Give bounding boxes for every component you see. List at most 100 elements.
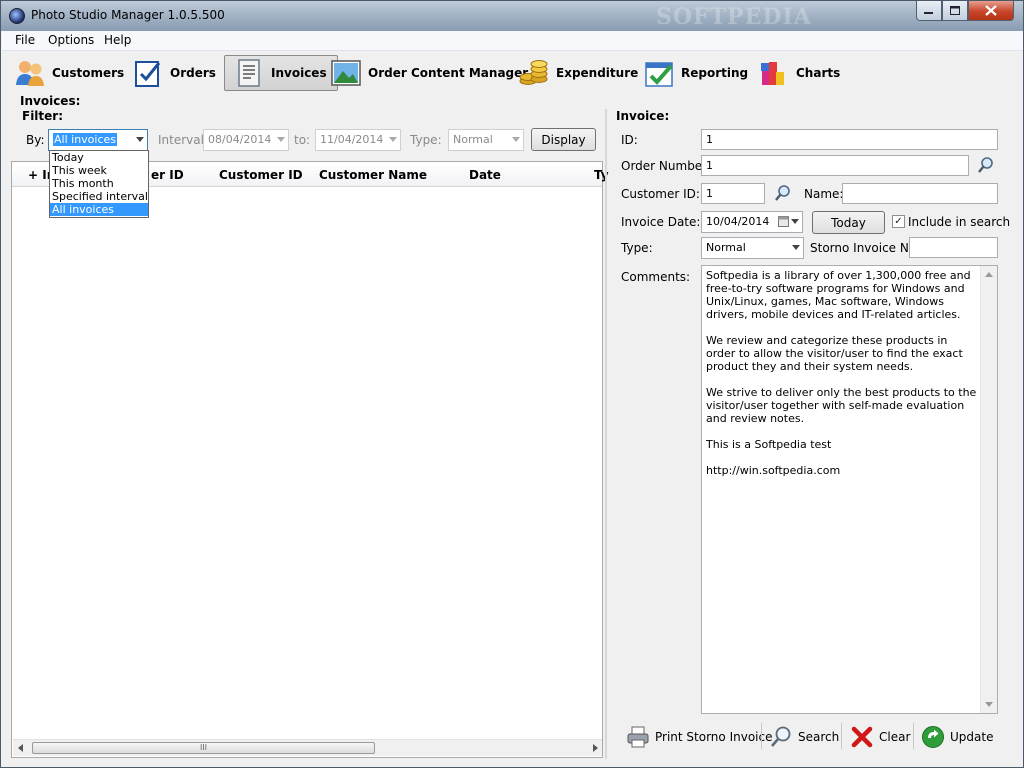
- menu-bar: File Options Help: [2, 31, 1023, 51]
- invoices-icon: [238, 59, 260, 87]
- filter-by-dropdown: Today This week This month Specified int…: [49, 150, 149, 218]
- toolbar-invoices-label: Invoices: [271, 66, 327, 80]
- window-title: Photo Studio Manager 1.0.5.500: [31, 8, 225, 22]
- toolbar-invoices[interactable]: Invoices: [224, 55, 338, 91]
- maximize-button[interactable]: [942, 1, 968, 21]
- filter-by-label: By:: [26, 133, 45, 147]
- order-number-field[interactable]: 1: [701, 155, 969, 176]
- order-search-icon[interactable]: [977, 156, 995, 174]
- update-icon: [922, 726, 944, 748]
- invoice-date-picker[interactable]: 10/04/2014: [701, 211, 803, 233]
- calendar-icon: [778, 216, 789, 227]
- title-bar: Photo Studio Manager 1.0.5.500 SOFTPEDIA: [1, 1, 1023, 31]
- column-customer-id[interactable]: Customer ID: [219, 168, 303, 182]
- toolbar-expenditure-label: Expenditure: [556, 66, 639, 80]
- scroll-left-icon[interactable]: [18, 744, 23, 752]
- customer-id-field[interactable]: 1: [701, 183, 765, 204]
- filter-type-label: Type:: [410, 133, 442, 147]
- print-storno-invoice-button[interactable]: Print Storno Invoice: [626, 723, 772, 751]
- close-button[interactable]: [968, 1, 1014, 21]
- today-button[interactable]: Today: [812, 211, 885, 234]
- charts-icon: [761, 62, 784, 85]
- filter-by-value: All invoices: [53, 133, 118, 146]
- filter-type-value: Normal: [453, 133, 493, 146]
- toolbar-reporting[interactable]: Reporting: [643, 55, 748, 91]
- filter-heading: Filter:: [22, 109, 64, 123]
- chevron-down-icon: [791, 219, 799, 224]
- coins-icon: [519, 60, 548, 85]
- update-button[interactable]: Update: [921, 723, 993, 751]
- toolbar-charts[interactable]: Charts: [758, 55, 840, 91]
- toolbar-orders[interactable]: Orders: [132, 55, 216, 91]
- chevron-down-icon: [277, 137, 285, 142]
- clear-icon: [851, 726, 873, 748]
- toolbar-expenditure[interactable]: Expenditure: [518, 55, 638, 91]
- close-icon: [985, 5, 997, 16]
- column-customer-name[interactable]: Customer Name: [319, 168, 427, 182]
- search-label: Search: [798, 730, 840, 744]
- app-icon: [9, 8, 25, 24]
- toolbar-order-content-manager[interactable]: Order Content Manager: [330, 55, 528, 91]
- action-separator: [913, 723, 914, 749]
- dropdown-option-this-month[interactable]: This month: [50, 177, 148, 190]
- invoice-date-label: Invoice Date:: [621, 215, 701, 229]
- update-label: Update: [950, 730, 994, 744]
- scroll-down-icon[interactable]: [985, 702, 993, 707]
- toolbar-order-content-manager-label: Order Content Manager: [368, 66, 529, 80]
- interval-from-picker[interactable]: 08/04/2014: [203, 129, 289, 151]
- comments-textarea[interactable]: Softpedia is a library of over 1,300,000…: [701, 265, 998, 714]
- scroll-right-icon[interactable]: [593, 744, 598, 752]
- clear-button[interactable]: Clear: [850, 723, 910, 751]
- action-separator: [841, 723, 842, 749]
- storno-invoice-field[interactable]: [909, 237, 998, 258]
- dropdown-option-specified-interval[interactable]: Specified interval: [50, 190, 148, 203]
- comments-scrollbar[interactable]: [980, 266, 997, 713]
- menu-help[interactable]: Help: [104, 33, 131, 47]
- name-field[interactable]: [842, 183, 998, 204]
- storno-invoice-label: Storno Invoice No.:: [810, 241, 924, 255]
- toolbar-customers[interactable]: Customers: [14, 55, 124, 91]
- customer-id-label: Customer ID:: [621, 187, 700, 201]
- id-field[interactable]: 1: [701, 129, 998, 150]
- dropdown-option-today[interactable]: Today: [50, 151, 148, 164]
- printer-icon: [627, 726, 649, 748]
- customer-search-icon[interactable]: [774, 184, 792, 202]
- display-button[interactable]: Display: [531, 128, 596, 151]
- scroll-thumb[interactable]: III: [32, 742, 375, 754]
- invoice-heading: Invoice:: [616, 109, 670, 123]
- customers-icon: [16, 61, 44, 86]
- column-date[interactable]: Date: [469, 168, 501, 182]
- dropdown-option-all-invoices[interactable]: All invoices: [50, 203, 148, 216]
- type-select[interactable]: Normal: [701, 237, 804, 259]
- interval-to-picker[interactable]: 11/04/2014: [315, 129, 401, 151]
- orders-icon: [135, 61, 161, 87]
- type-value: Normal: [706, 241, 746, 254]
- menu-options[interactable]: Options: [48, 33, 94, 47]
- order-number-label: Order Number:: [621, 159, 711, 173]
- id-label: ID:: [621, 133, 638, 147]
- action-separator: [761, 723, 762, 749]
- name-label: Name:: [804, 187, 844, 201]
- menu-file[interactable]: File: [15, 33, 35, 47]
- toolbar-charts-label: Charts: [796, 66, 841, 80]
- panel-divider[interactable]: [605, 109, 607, 759]
- toolbar-reporting-label: Reporting: [681, 66, 749, 80]
- include-in-search-label: Include in search: [908, 215, 1011, 229]
- minimize-button[interactable]: [916, 1, 942, 21]
- app-window: Photo Studio Manager 1.0.5.500 SOFTPEDIA…: [0, 0, 1024, 768]
- dropdown-option-this-week[interactable]: This week: [50, 164, 148, 177]
- column-order-id[interactable]: er ID: [151, 168, 184, 182]
- horizontal-scrollbar[interactable]: III: [13, 739, 602, 756]
- filter-by-select[interactable]: All invoices: [48, 129, 148, 151]
- toolbar-customers-label: Customers: [52, 66, 125, 80]
- chevron-down-icon: [136, 137, 144, 142]
- comment-paragraph: We review and categorize these products …: [706, 334, 963, 373]
- interval-from-value: 08/04/2014: [208, 133, 272, 146]
- filter-type-select[interactable]: Normal: [448, 129, 524, 151]
- include-in-search-checkbox[interactable]: ✓: [892, 215, 905, 228]
- scroll-up-icon[interactable]: [985, 272, 993, 277]
- comments-label: Comments:: [621, 270, 691, 284]
- invoices-grid: + In er ID Customer ID Customer Name Dat…: [11, 161, 609, 758]
- search-button[interactable]: Search: [769, 723, 839, 751]
- chevron-down-icon: [792, 245, 800, 250]
